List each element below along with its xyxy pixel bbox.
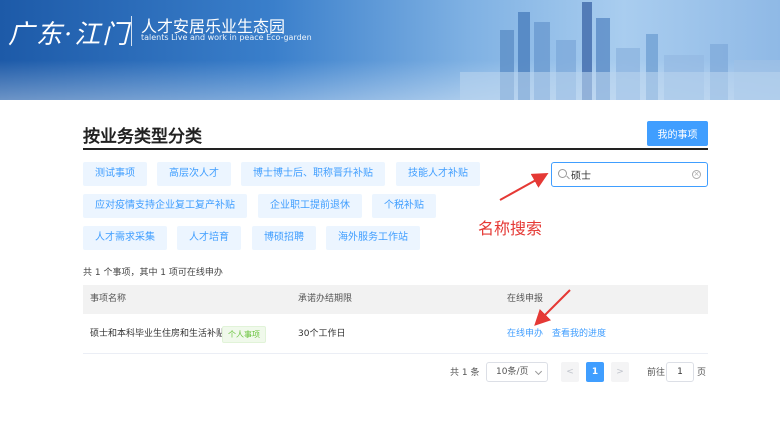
current-page-button[interactable]: 1 [586, 362, 604, 382]
search-input[interactable] [571, 166, 681, 183]
search-box: × [551, 162, 708, 187]
view-progress-link[interactable]: 查看我的进度 [552, 314, 606, 354]
logo-divider [131, 16, 132, 46]
category-tag[interactable]: 博硕招聘 [252, 226, 316, 250]
site-subtitle: talents Live and work in peace Eco-garde… [141, 33, 312, 42]
section-divider [83, 148, 708, 150]
city-skyline-illustration [460, 2, 780, 100]
category-tag[interactable]: 技能人才补贴 [396, 162, 480, 186]
item-type-tag: 个人事项 [222, 326, 266, 343]
column-header-name: 事项名称 [90, 294, 127, 304]
result-summary: 共 1 个事项，其中 1 项可在线申办 [83, 268, 223, 278]
table-header: 事项名称 承诺办结期限 在线申报 [83, 285, 708, 314]
category-tag[interactable]: 个税补贴 [372, 194, 436, 218]
chevron-down-icon [534, 367, 543, 376]
item-name: 硕士和本科毕业生住房和生活补贴 [90, 329, 226, 339]
arrow-to-search [499, 173, 549, 201]
category-tag[interactable]: 人才培育 [177, 226, 241, 250]
page-size-value: 10条/页 [496, 367, 529, 377]
header-banner: 广东·江门 人才安居乐业生态园 talents Live and work in… [0, 0, 780, 100]
category-tag[interactable]: 测试事项 [83, 162, 147, 186]
my-items-button[interactable]: 我的事项 [647, 121, 708, 146]
category-tag[interactable]: 海外服务工作站 [326, 226, 420, 250]
table-row: 硕士和本科毕业生住房和生活补贴 个人事项 30个工作日 在线申办 查看我的进度 [83, 314, 708, 354]
page-suffix: 页 [697, 368, 707, 378]
search-icon [558, 169, 567, 178]
goto-label: 前往 [647, 368, 666, 378]
pagination-total: 共 1 条 [450, 368, 480, 378]
category-tag[interactable]: 企业职工提前退休 [258, 194, 362, 218]
prev-page-button[interactable]: < [561, 362, 579, 382]
clear-icon[interactable]: × [692, 170, 701, 179]
next-page-button[interactable]: > [611, 362, 629, 382]
section-title: 按业务类型分类 [83, 127, 202, 147]
site-logo[interactable]: 广东·江门 [8, 14, 130, 51]
category-tag[interactable]: 博士博士后、职称晋升补贴 [241, 162, 385, 186]
column-header-apply: 在线申报 [507, 294, 544, 304]
column-header-deadline: 承诺办结期限 [298, 294, 353, 304]
pagination: 共 1 条 10条/页 < 1 > 前往 1 页 [83, 362, 708, 384]
category-tag[interactable]: 高层次人才 [157, 162, 231, 186]
page-size-select[interactable]: 10条/页 [486, 362, 548, 382]
item-deadline: 30个工作日 [298, 329, 346, 339]
goto-page-input[interactable]: 1 [666, 362, 694, 382]
category-tag[interactable]: 应对疫情支持企业复工复产补贴 [83, 194, 247, 218]
category-tag[interactable]: 人才需求采集 [83, 226, 167, 250]
annotation-label: 名称搜索 [478, 219, 543, 238]
apply-online-link[interactable]: 在线申办 [507, 314, 543, 354]
